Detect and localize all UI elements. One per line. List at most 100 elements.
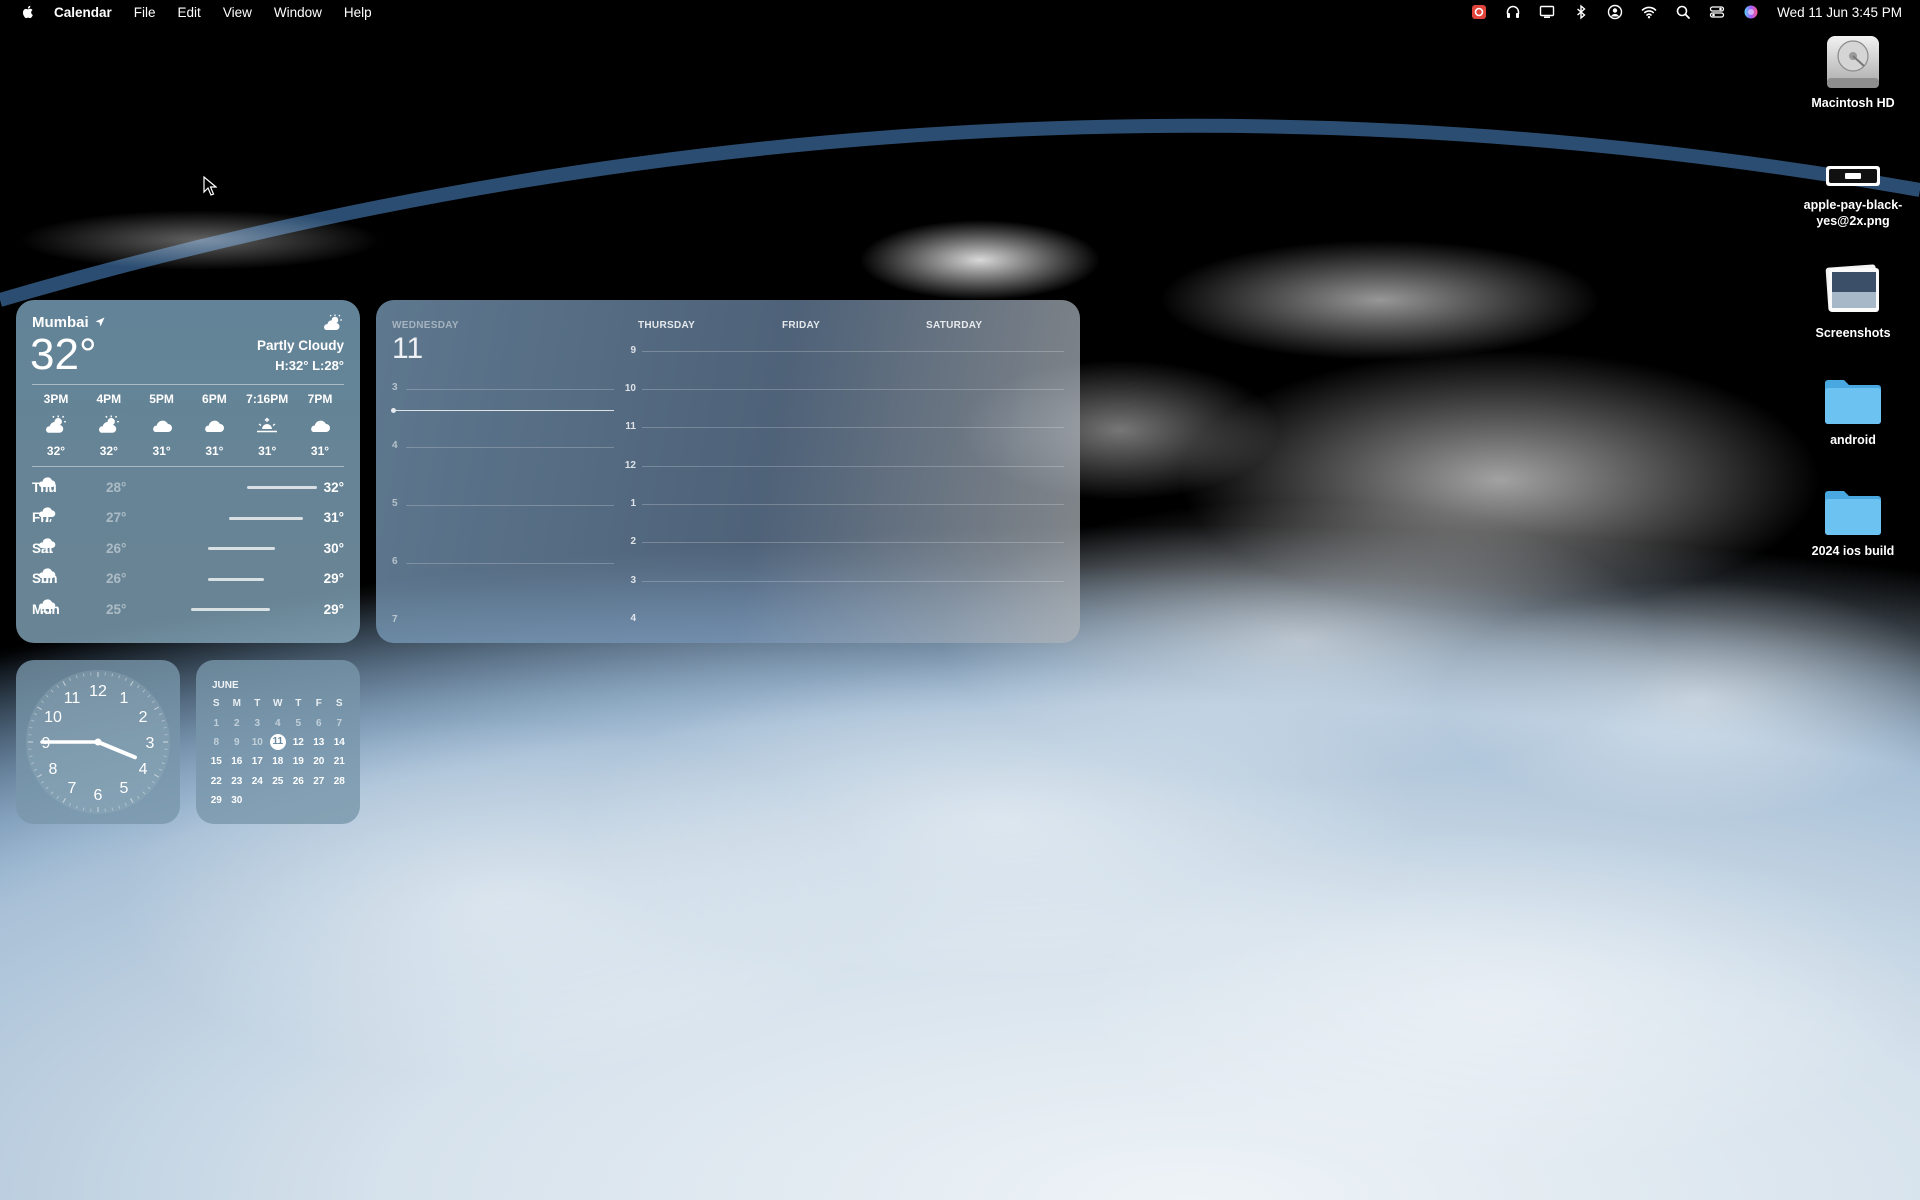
weekday-header: T (254, 698, 261, 710)
clock-numeral: 5 (120, 780, 129, 797)
weekday-header-row: S M T W T F S (206, 694, 350, 713)
grid-line (406, 447, 614, 448)
desktop-item-screenshots[interactable]: Screenshots (1798, 262, 1908, 341)
date-cell[interactable]: 15 (206, 756, 227, 767)
apple-menu-icon[interactable] (20, 4, 36, 20)
date-cell[interactable]: 18 (268, 756, 289, 767)
calendar-week-widget[interactable]: WEDNESDAY 11 3 4 5 6 7 THURSDAY FRIDAY S… (376, 300, 1080, 643)
menu-file[interactable]: File (134, 5, 156, 20)
grid-line (406, 563, 614, 564)
today-date-cell[interactable]: 11 (268, 734, 289, 751)
date-cell[interactable]: 22 (206, 776, 227, 787)
date-cell[interactable]: 1 (206, 718, 227, 729)
folder-icon (1825, 380, 1881, 424)
clock-widget[interactable]: 121234567891011 (16, 660, 180, 824)
date-cell[interactable]: 20 (309, 756, 330, 767)
hard-drive-icon (1827, 36, 1879, 88)
date-cell[interactable]: 24 (247, 776, 268, 787)
weekday-label-friday: FRIDAY (782, 320, 821, 331)
date-cell[interactable]: 12 (288, 737, 309, 748)
menu-clock[interactable]: Wed 11 Jun 3:45 PM (1777, 5, 1902, 20)
weather-widget[interactable]: Mumbai 32° Partly Cloudy H:32° L:28° 3PM… (16, 300, 360, 643)
date-cell[interactable]: 19 (288, 756, 309, 767)
hour-time: 5PM (149, 392, 174, 406)
sunset-icon (257, 417, 278, 433)
mouse-pointer-icon (203, 176, 217, 196)
hour-temp: 31° (205, 444, 224, 458)
menu-view[interactable]: View (223, 5, 252, 20)
day-high: 29° (323, 601, 344, 617)
date-cell[interactable]: 26 (288, 776, 309, 787)
menu-app-name[interactable]: Calendar (54, 5, 112, 20)
date-cell[interactable]: 2 (227, 718, 248, 729)
date-cell[interactable]: 25 (268, 776, 289, 787)
city-name: Mumbai (32, 314, 89, 331)
desktop-item-macintosh-hd[interactable]: Macintosh HD (1798, 30, 1908, 111)
date-cell[interactable]: 21 (329, 756, 350, 767)
date-cell[interactable]: 17 (247, 756, 268, 767)
date-cell[interactable]: 29 (206, 795, 227, 806)
hour-label: 4 (630, 613, 636, 624)
today-date-number: 11 (269, 734, 286, 751)
date-cell[interactable]: 7 (329, 718, 350, 729)
date-cell[interactable]: 13 (309, 737, 330, 748)
day-high: 29° (323, 571, 344, 587)
date-cell[interactable]: 27 (309, 776, 330, 787)
search-icon[interactable] (1675, 4, 1691, 20)
siri-icon[interactable] (1743, 4, 1759, 20)
date-cell[interactable]: 4 (268, 718, 289, 729)
hour-label: 1 (630, 498, 636, 509)
grid-line (642, 351, 1064, 352)
desktop-item-2024-ios-build[interactable]: 2024 ios build (1798, 486, 1908, 559)
date-cell[interactable]: 3 (247, 718, 268, 729)
user-icon[interactable] (1607, 4, 1623, 20)
date-cell[interactable]: 16 (227, 756, 248, 767)
hour-label: 3 (392, 382, 398, 393)
day-forecast: Mon 25° 29° (32, 594, 344, 625)
menu-help[interactable]: Help (344, 5, 372, 20)
month-calendar-widget[interactable]: JUNE S M T W T F S 1 2 3 4 5 6 7 8 9 10 11 12 13 14 15… (196, 660, 360, 824)
wifi-icon[interactable] (1641, 4, 1657, 20)
week-row: 22 23 24 25 26 27 28 (206, 772, 350, 791)
hour-label: 10 (624, 383, 636, 394)
display-icon[interactable] (1539, 4, 1555, 20)
image-file-icon (1826, 166, 1880, 186)
date-cell[interactable]: 28 (329, 776, 350, 787)
date-cell[interactable]: 14 (329, 737, 350, 748)
screen-record-icon[interactable] (1471, 4, 1487, 20)
divider (32, 384, 344, 385)
date-cell[interactable]: 5 (288, 718, 309, 729)
bluetooth-icon[interactable] (1573, 4, 1589, 20)
desktop-item-label: apple-pay-black-yes@2x.png (1803, 198, 1903, 228)
hour-forecast: 7:16PM 31° (243, 392, 291, 458)
weather-high-low: H:32° L:28° (275, 358, 344, 373)
clock-numeral: 4 (139, 761, 148, 778)
control-center-icon[interactable] (1709, 4, 1725, 20)
temp-range-bar (229, 516, 303, 520)
status-area: Wed 11 Jun 3:45 PM (1471, 0, 1902, 24)
menu-edit[interactable]: Edit (178, 5, 201, 20)
hour-temp: 31° (258, 444, 277, 458)
grid-line (642, 542, 1064, 543)
temp-range-bar (191, 608, 270, 611)
hour-forecast: 4PM 32° (85, 392, 133, 458)
menu-window[interactable]: Window (274, 5, 322, 20)
desktop-item-android[interactable]: android (1798, 375, 1908, 448)
desktop-item-apple-pay-png[interactable]: apple-pay-black-yes@2x.png (1798, 160, 1908, 229)
date-cell[interactable]: 8 (206, 737, 227, 748)
date-cell[interactable]: 30 (227, 795, 248, 806)
date-cell[interactable]: 23 (227, 776, 248, 787)
rain-icon (38, 599, 56, 614)
date-cell[interactable]: 9 (227, 737, 248, 748)
date-cell[interactable]: 6 (309, 718, 330, 729)
date-cell[interactable]: 10 (247, 737, 268, 748)
clock-numeral: 1 (120, 690, 129, 707)
grid-line (642, 581, 1064, 582)
month-name: JUNE (212, 680, 239, 691)
hour-time: 4PM (96, 392, 122, 406)
current-time-line (396, 410, 614, 411)
headphones-icon[interactable] (1505, 4, 1521, 20)
clock-numeral: 6 (94, 787, 103, 804)
weekday-header: S (212, 698, 220, 710)
analog-clock-face: 121234567891011 (26, 670, 170, 814)
